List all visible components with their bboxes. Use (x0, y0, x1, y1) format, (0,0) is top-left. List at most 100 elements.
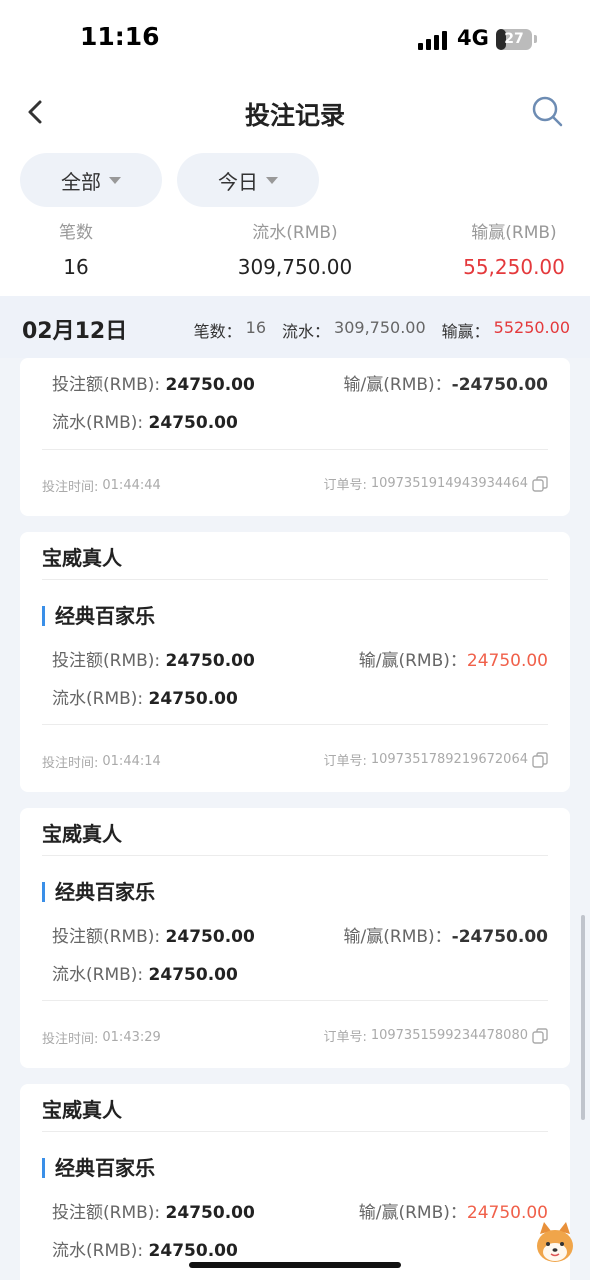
turnover-value: 24750.00 (148, 1241, 238, 1261)
shiba-dog-icon[interactable] (532, 1220, 578, 1266)
bet-amount-value: 24750.00 (165, 927, 255, 947)
filter-date-label: 今日 (218, 169, 258, 194)
vendor-name: 宝威真人 (42, 822, 122, 846)
winloss-value: -24750.00 (451, 927, 548, 947)
page-title: 投注记录 (244, 101, 345, 130)
bet-record-card[interactable]: 投注额(RMB): 24750.00 输/赢(RMB)：-24750.00 流水… (20, 358, 570, 516)
bet-record-card[interactable]: 宝威真人 经典百家乐 投注额(RMB): 24750.00 输/赢(RMB)：-… (20, 808, 570, 1068)
order-id-label: 订单号: (323, 754, 367, 769)
turnover-value: 24750.00 (148, 689, 238, 709)
filter-date-dropdown[interactable]: 今日 (177, 153, 319, 207)
winloss: 输/赢(RMB)：-24750.00 (344, 370, 548, 395)
summary-winloss-value: 55,250.00 (463, 255, 565, 279)
turnover-value: 24750.00 (148, 965, 238, 985)
winloss-value: -24750.00 (451, 375, 548, 395)
bet-amount-label: 投注额(RMB): (52, 375, 161, 395)
bet-time: 投注时间: 01:43:29 (42, 1028, 161, 1047)
home-indicator[interactable] (189, 1262, 401, 1268)
copy-icon[interactable] (532, 751, 548, 768)
group-winloss-label: 输赢： (441, 322, 490, 341)
winloss-label: 输/赢(RMB)： (358, 651, 467, 671)
bet-amount: 投注额(RMB): 24750.00 (52, 922, 255, 947)
divider (42, 449, 548, 450)
order-id: 订单号: 1097351789219672064 (323, 750, 548, 769)
bet-time-value: 01:44:44 (102, 478, 161, 493)
summary-count-value: 16 (63, 255, 89, 279)
bet-time-label: 投注时间: (42, 1032, 99, 1047)
top-nav: 投注记录 (0, 80, 590, 150)
filter-type-label: 全部 (61, 169, 101, 194)
summary-winloss: 输赢(RMB) 55,250.00 (455, 218, 573, 279)
order-id: 订单号: 1097351599234478080 (323, 1026, 548, 1045)
bet-amount-value: 24750.00 (165, 651, 255, 671)
bet-time-value: 01:43:29 (102, 1030, 161, 1045)
summary-panel: 笔数 16 流水(RMB) 309,750.00 输赢(RMB) 55,250.… (0, 214, 590, 296)
game-name: 经典百家乐 (42, 606, 155, 626)
turnover-label: 流水(RMB): (52, 965, 144, 985)
divider (42, 724, 548, 725)
copy-icon[interactable] (532, 1027, 548, 1044)
search-icon[interactable] (530, 94, 564, 128)
bet-amount-label: 投注额(RMB): (52, 651, 161, 671)
group-date: 02月12日 (22, 319, 128, 344)
vendor-name: 宝威真人 (42, 546, 122, 570)
copy-icon[interactable] (532, 475, 548, 492)
turnover-label: 流水(RMB): (52, 689, 144, 709)
group-count-label: 笔数： (193, 322, 242, 341)
order-id-value: 1097351789219672064 (370, 752, 528, 767)
group-winloss-value: 55250.00 (493, 318, 570, 337)
bet-amount: 投注额(RMB): 24750.00 (52, 646, 255, 671)
bet-amount: 投注额(RMB): 24750.00 (52, 370, 255, 395)
bet-amount-label: 投注额(RMB): (52, 927, 161, 947)
summary-turnover: 流水(RMB) 309,750.00 (225, 218, 365, 279)
group-count-value: 16 (245, 318, 267, 337)
filter-type-dropdown[interactable]: 全部 (20, 153, 162, 207)
bet-time: 投注时间: 01:44:44 (42, 476, 161, 495)
summary-turnover-value: 309,750.00 (237, 255, 353, 279)
status-bar: 11:16 4G 27 (0, 0, 590, 80)
summary-winloss-label: 输赢(RMB) (471, 223, 557, 243)
winloss: 输/赢(RMB)：24750.00 (359, 1198, 548, 1223)
network-type: 4G (457, 26, 489, 50)
turnover-value: 24750.00 (148, 413, 238, 433)
bet-amount-value: 24750.00 (165, 375, 255, 395)
bet-record-card[interactable]: 宝威真人 经典百家乐 投注额(RMB): 24750.00 输/赢(RMB)：2… (20, 1084, 570, 1280)
divider (42, 1131, 548, 1132)
filter-bar: 全部 今日 (0, 150, 590, 214)
bet-time-label: 投注时间: (42, 480, 99, 495)
group-stats: 笔数： 16 流水： 309,750.00 输赢： 55250.00 (194, 318, 570, 342)
battery-icon: 27 (496, 29, 532, 50)
winloss: 输/赢(RMB)：24750.00 (359, 646, 548, 671)
turnover: 流水(RMB): 24750.00 (52, 960, 238, 985)
bet-amount: 投注额(RMB): 24750.00 (52, 1198, 255, 1223)
date-group-header: 02月12日 笔数： 16 流水： 309,750.00 输赢： 55250.0… (0, 296, 590, 358)
divider (42, 579, 548, 580)
bet-time: 投注时间: 01:44:14 (42, 752, 161, 771)
order-id: 订单号: 1097351914943934464 (323, 474, 548, 493)
winloss-label: 输/赢(RMB)： (343, 927, 452, 947)
turnover: 流水(RMB): 24750.00 (52, 1236, 238, 1261)
caret-down-icon (266, 176, 278, 184)
group-turnover-label: 流水： (282, 322, 331, 341)
summary-count-label: 笔数 (59, 223, 93, 243)
order-id-value: 1097351599234478080 (370, 1028, 528, 1043)
signal-icon (418, 30, 450, 50)
caret-down-icon (109, 176, 121, 184)
summary-turnover-label: 流水(RMB) (252, 223, 338, 243)
status-time: 11:16 (80, 22, 160, 51)
winloss-value: 24750.00 (466, 651, 548, 671)
battery-level: 27 (504, 31, 524, 47)
turnover: 流水(RMB): 24750.00 (52, 684, 238, 709)
bet-record-card[interactable]: 宝威真人 经典百家乐 投注额(RMB): 24750.00 输/赢(RMB)：2… (20, 532, 570, 792)
divider (42, 1000, 548, 1001)
scrollbar-thumb[interactable] (581, 915, 585, 1120)
game-name: 经典百家乐 (42, 1158, 155, 1178)
game-name: 经典百家乐 (42, 882, 155, 902)
turnover-label: 流水(RMB): (52, 1241, 144, 1261)
bet-amount-label: 投注额(RMB): (52, 1203, 161, 1223)
turnover-label: 流水(RMB): (52, 413, 144, 433)
divider (42, 855, 548, 856)
winloss-label: 输/赢(RMB)： (343, 375, 452, 395)
turnover: 流水(RMB): 24750.00 (52, 408, 238, 433)
battery-tip (534, 35, 537, 43)
